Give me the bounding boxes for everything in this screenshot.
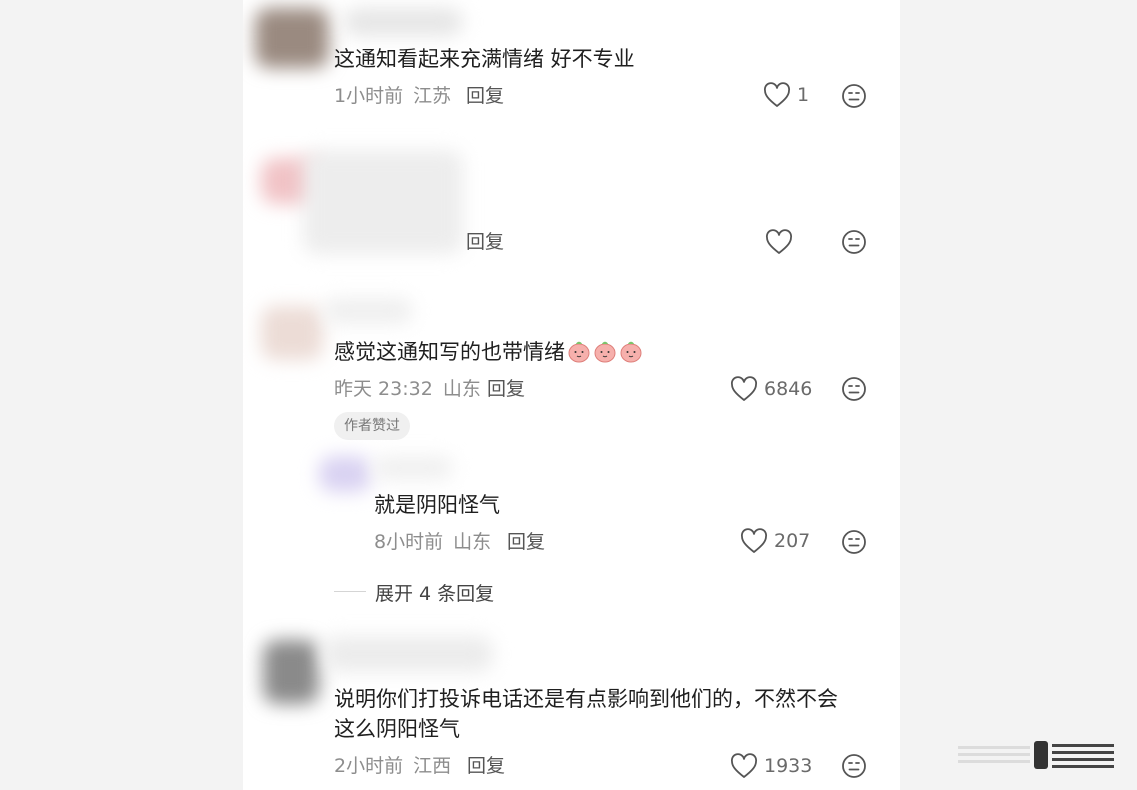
reply-button[interactable]: 回复 [487, 377, 525, 401]
peach-face-emoji [568, 341, 590, 363]
username-blurred[interactable] [373, 456, 453, 480]
comment-text-line-2: 这么阴阳怪气 [334, 717, 460, 741]
reply-button[interactable]: 回复 [507, 530, 545, 554]
neutral-face-icon[interactable] [839, 81, 869, 111]
like-button[interactable]: 1933 [730, 751, 812, 781]
comment-meta: 2小时前 江西 [334, 754, 451, 778]
like-count: 1933 [764, 755, 813, 777]
sub-reply-time: 8小时前 [374, 531, 444, 553]
like-count: 207 [774, 530, 811, 552]
username-blurred[interactable] [323, 636, 493, 672]
neutral-face-icon[interactable] [839, 374, 869, 404]
avatar[interactable] [263, 640, 319, 704]
heart-outline-icon [764, 82, 790, 107]
username-blurred[interactable] [323, 298, 413, 324]
comment-text-line-1: 说明你们打投诉电话还是有点影响到他们的，不然不会 [334, 687, 838, 711]
avatar[interactable] [255, 8, 329, 68]
comment-text: 感觉这通知写的也带情绪 [334, 337, 643, 367]
expand-replies-button[interactable]: 展开 4 条回复 [375, 579, 494, 606]
avatar[interactable] [261, 306, 323, 360]
like-count: 1 [797, 84, 810, 106]
like-button[interactable]: 207 [740, 526, 810, 556]
reply-button[interactable]: 回复 [467, 754, 505, 778]
like-button[interactable]: 6846 [730, 374, 812, 404]
comment-time: 1小时前 [334, 85, 404, 107]
watermark-logo [958, 741, 1114, 769]
comment-blurred-content [303, 150, 463, 254]
neutral-face-icon[interactable] [839, 227, 869, 257]
comment-list: 这通知看起来充满情绪 好不专业 1小时前 江苏 回复 1 回复 感觉这通知写的也… [243, 0, 900, 790]
neutral-face-icon[interactable] [839, 751, 869, 781]
sub-reply-meta: 8小时前 山东 [374, 530, 491, 554]
comment-meta: 1小时前 江苏 [334, 84, 451, 108]
like-button[interactable]: 1 [763, 80, 809, 110]
peach-face-emoji [594, 341, 616, 363]
heart-outline-icon [766, 229, 792, 254]
username-blurred[interactable] [343, 8, 463, 36]
heart-outline-icon [741, 528, 767, 553]
like-count: 6846 [764, 378, 813, 400]
comment-location: 江西 [413, 755, 452, 777]
comment-text: 这通知看起来充满情绪 好不专业 [334, 47, 635, 71]
comment-time: 昨天 23:32 [334, 378, 433, 400]
heart-outline-icon [731, 376, 757, 401]
sub-reply-text: 就是阴阳怪气 [374, 493, 500, 517]
neutral-face-icon[interactable] [839, 527, 869, 557]
avatar[interactable] [319, 456, 371, 492]
comment-time: 2小时前 [334, 755, 404, 777]
expand-divider [334, 591, 366, 592]
comment-meta: 昨天 23:32 山东 [334, 377, 481, 401]
sub-reply-location: 山东 [453, 531, 492, 553]
comment-text-body: 感觉这通知写的也带情绪 [334, 340, 565, 364]
reply-button[interactable]: 回复 [466, 84, 504, 108]
author-liked-badge: 作者赞过 [334, 412, 410, 440]
comment-location: 江苏 [413, 85, 452, 107]
peach-face-emoji [620, 341, 642, 363]
heart-outline-icon [731, 753, 757, 778]
like-button[interactable] [765, 227, 799, 257]
reply-button[interactable]: 回复 [466, 230, 504, 254]
comment-location: 山东 [442, 378, 481, 400]
